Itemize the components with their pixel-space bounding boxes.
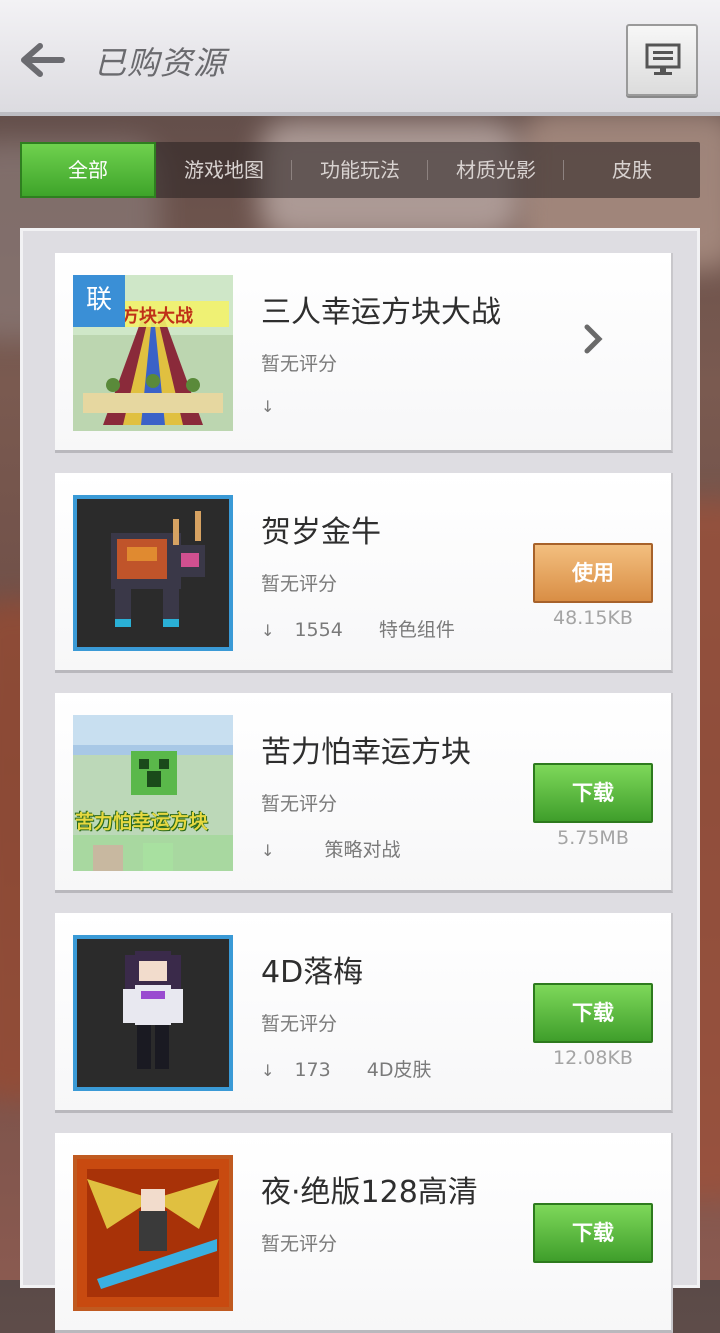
- page-title: 已购资源: [94, 44, 227, 82]
- multiplayer-badge: 联: [73, 275, 125, 327]
- resource-meta: ↓ 1554 特色组件: [261, 615, 455, 642]
- resource-card[interactable]: 夜·绝版128高清 暂无评分 下载: [55, 1133, 673, 1333]
- resource-title: 夜·绝版128高清: [261, 1175, 478, 1210]
- resource-thumbnail: 苦力怕幸运方块: [73, 715, 233, 871]
- resource-category: 策略对战: [324, 839, 401, 861]
- file-size: 5.75MB: [557, 827, 629, 849]
- tab-game-maps[interactable]: 游戏地图: [156, 142, 292, 198]
- resource-title: 贺岁金牛: [261, 515, 381, 550]
- tab-gameplay[interactable]: 功能玩法: [292, 142, 428, 198]
- download-count: 173: [294, 1059, 331, 1081]
- resource-thumbnail: [73, 935, 233, 1091]
- resource-category: 特色组件: [378, 619, 455, 641]
- resource-card[interactable]: 贺岁金牛 暂无评分 ↓ 1554 特色组件 使用 48.15KB: [55, 473, 673, 673]
- chevron-right-icon[interactable]: [581, 321, 607, 357]
- tab-all[interactable]: 全部: [20, 142, 156, 198]
- file-size: 12.08KB: [553, 1047, 633, 1069]
- monitor-menu-button[interactable]: [626, 24, 698, 96]
- back-button[interactable]: [18, 36, 70, 84]
- download-arrow-icon: ↓: [261, 1061, 275, 1080]
- header-bar: 已购资源: [0, 0, 720, 116]
- download-count: 1554: [294, 619, 343, 641]
- resource-rating: 暂无评分: [261, 573, 338, 595]
- tab-textures[interactable]: 材质光影: [428, 142, 564, 198]
- thumbnail-title-text: 苦力怕幸运方块: [75, 811, 209, 833]
- download-button[interactable]: 下载: [533, 983, 653, 1043]
- resource-thumbnail: [73, 1155, 233, 1311]
- use-button[interactable]: 使用: [533, 543, 653, 603]
- tab-skins[interactable]: 皮肤: [564, 142, 700, 198]
- resource-title: 4D落梅: [261, 955, 364, 990]
- resource-card[interactable]: 幸运方块大战 联 三人幸运方块大战 暂无评分 ↓: [55, 253, 673, 453]
- resource-thumbnail: 幸运方块大战 联: [73, 275, 233, 431]
- download-arrow-icon: ↓: [261, 621, 275, 640]
- resource-meta: ↓ 策略对战: [261, 835, 400, 862]
- file-size: 48.15KB: [553, 607, 633, 629]
- resource-rating: 暂无评分: [261, 1013, 338, 1035]
- category-tabs: 全部 游戏地图 功能玩法 材质光影 皮肤: [20, 142, 700, 198]
- download-button[interactable]: 下载: [533, 763, 653, 823]
- resource-card[interactable]: 4D落梅 暂无评分 ↓ 173 4D皮肤 下载 12.08KB: [55, 913, 673, 1113]
- resource-meta: ↓: [261, 395, 288, 417]
- resource-title: 三人幸运方块大战: [261, 295, 501, 330]
- back-arrow-icon: [21, 43, 65, 77]
- resource-rating: 暂无评分: [261, 1233, 338, 1255]
- resource-list-panel: 幸运方块大战 联 三人幸运方块大战 暂无评分 ↓ 贺岁金牛 暂无评分 ↓ 155…: [20, 228, 700, 1333]
- resource-thumbnail: [73, 495, 233, 651]
- download-arrow-icon: ↓: [261, 397, 275, 416]
- resource-rating: 暂无评分: [261, 793, 338, 815]
- resource-category: 4D皮肤: [366, 1059, 432, 1081]
- resource-card[interactable]: 苦力怕幸运方块 苦力怕幸运方块 暂无评分 ↓ 策略对战 下载 5.75MB: [55, 693, 673, 893]
- resource-meta: ↓ 173 4D皮肤: [261, 1055, 432, 1082]
- download-button[interactable]: 下载: [533, 1203, 653, 1263]
- resource-rating: 暂无评分: [261, 353, 338, 375]
- resource-title: 苦力怕幸运方块: [261, 735, 471, 770]
- monitor-icon: [645, 43, 681, 75]
- download-arrow-icon: ↓: [261, 841, 275, 860]
